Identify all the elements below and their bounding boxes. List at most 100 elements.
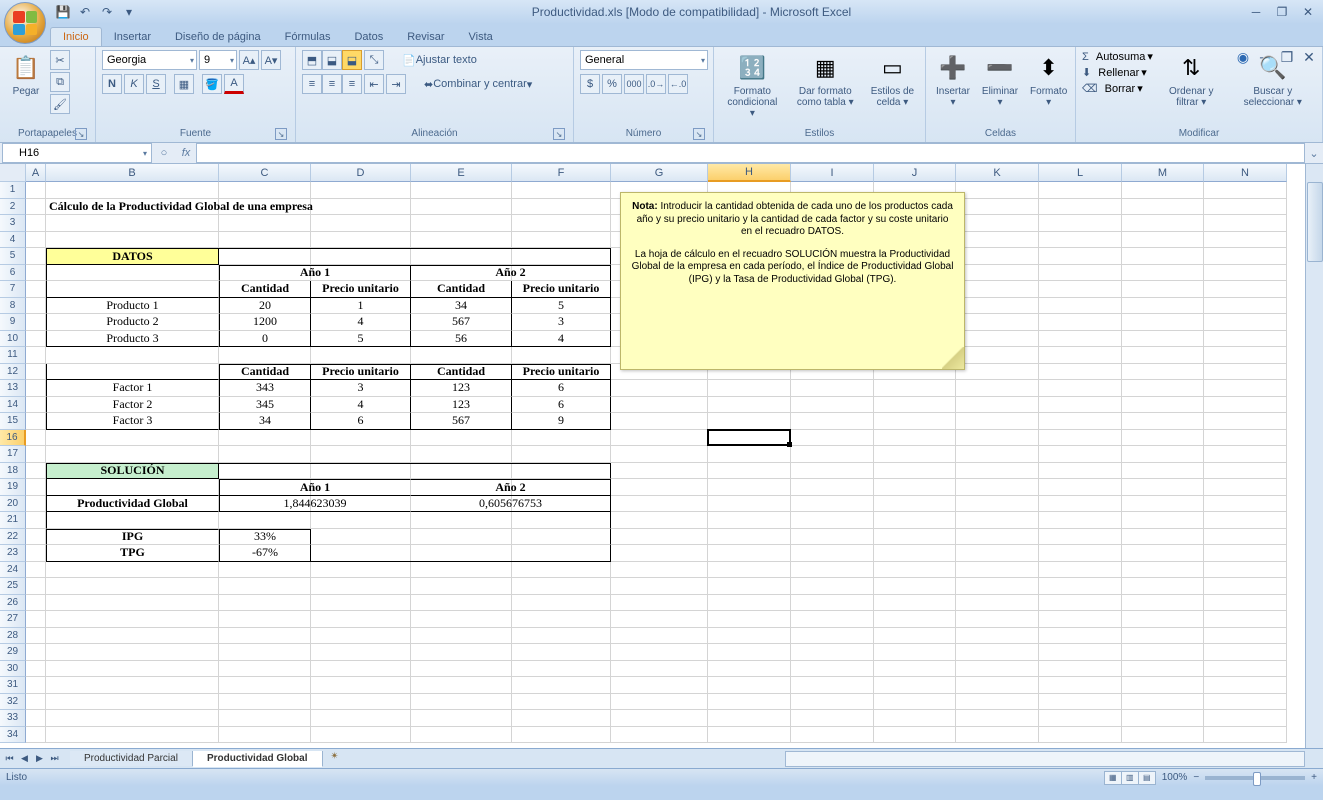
dialog-launcher-icon[interactable]: ↘ bbox=[75, 128, 87, 140]
copy-icon[interactable]: ⧉ bbox=[50, 72, 70, 92]
restore-button[interactable]: ❐ bbox=[1271, 4, 1293, 20]
cell-F8[interactable]: 5 bbox=[512, 298, 611, 315]
row-header-20[interactable]: 20 bbox=[0, 496, 26, 513]
bold-button[interactable]: N bbox=[102, 74, 122, 94]
close-button[interactable]: ✕ bbox=[1297, 4, 1319, 20]
formato-celdas-button[interactable]: ⬍Formato ▾ bbox=[1026, 50, 1071, 110]
formato-condicional-button[interactable]: 🔢Formato condicional ▾ bbox=[720, 50, 785, 121]
cell-C21[interactable] bbox=[219, 512, 611, 529]
row-header-32[interactable]: 32 bbox=[0, 694, 26, 711]
office-button[interactable] bbox=[4, 2, 46, 44]
col-header-K[interactable]: K bbox=[956, 164, 1039, 182]
cell-E10[interactable]: 56 bbox=[411, 331, 512, 348]
row-header-27[interactable]: 27 bbox=[0, 611, 26, 628]
cell-D23[interactable] bbox=[311, 545, 611, 562]
cut-icon[interactable]: ✂ bbox=[50, 50, 70, 70]
col-header-N[interactable]: N bbox=[1204, 164, 1287, 182]
row-header-9[interactable]: 9 bbox=[0, 314, 26, 331]
cell-B10[interactable]: Producto 3 bbox=[46, 331, 219, 348]
row-header-24[interactable]: 24 bbox=[0, 562, 26, 579]
currency-icon[interactable]: $ bbox=[580, 74, 600, 94]
zoom-slider[interactable] bbox=[1205, 776, 1305, 780]
row-header-12[interactable]: 12 bbox=[0, 364, 26, 381]
cell-B13[interactable]: Factor 1 bbox=[46, 380, 219, 397]
borrar-button[interactable]: ⌫ Borrar ▾ bbox=[1082, 82, 1153, 95]
cell-D10[interactable]: 5 bbox=[311, 331, 411, 348]
cell-C9[interactable]: 1200 bbox=[219, 314, 311, 331]
cell-E8[interactable]: 34 bbox=[411, 298, 512, 315]
italic-button[interactable]: K bbox=[124, 74, 144, 94]
sticky-note[interactable]: Nota: Introducir la cantidad obtenida de… bbox=[620, 192, 965, 370]
cell-D9[interactable]: 4 bbox=[311, 314, 411, 331]
cell-D14[interactable]: 4 bbox=[311, 397, 411, 414]
ordenar-filtrar-button[interactable]: ⇅Ordenar y filtrar ▾ bbox=[1157, 50, 1226, 110]
select-all-button[interactable] bbox=[0, 164, 26, 182]
font-name-combo[interactable]: Georgia bbox=[102, 50, 197, 70]
row-header-8[interactable]: 8 bbox=[0, 298, 26, 315]
cell-B2[interactable]: Cálculo de la Productividad Global de un… bbox=[46, 199, 611, 216]
grow-font-icon[interactable]: A▴ bbox=[239, 50, 259, 70]
row-header-22[interactable]: 22 bbox=[0, 529, 26, 546]
cell-C10[interactable]: 0 bbox=[219, 331, 311, 348]
cell-E12[interactable]: Cantidad bbox=[411, 364, 512, 381]
align-center-icon[interactable]: ≡ bbox=[322, 74, 342, 94]
col-header-F[interactable]: F bbox=[512, 164, 611, 182]
col-header-H[interactable]: H bbox=[708, 164, 791, 182]
row-header-25[interactable]: 25 bbox=[0, 578, 26, 595]
view-buttons[interactable]: ▦▥▤ bbox=[1105, 771, 1156, 785]
last-sheet-icon[interactable]: ⏭ bbox=[47, 753, 62, 764]
number-format-combo[interactable]: General bbox=[580, 50, 708, 70]
align-middle-icon[interactable]: ⬓ bbox=[322, 50, 342, 70]
cell-C12[interactable]: Cantidad bbox=[219, 364, 311, 381]
cell-B23[interactable]: TPG bbox=[46, 545, 219, 562]
cell-E19[interactable]: Año 2 bbox=[411, 479, 611, 496]
row-header-14[interactable]: 14 bbox=[0, 397, 26, 414]
cell-D15[interactable]: 6 bbox=[311, 413, 411, 430]
row-header-11[interactable]: 11 bbox=[0, 347, 26, 364]
col-header-C[interactable]: C bbox=[219, 164, 311, 182]
cell-F14[interactable]: 6 bbox=[512, 397, 611, 414]
cell-C6[interactable]: Año 1 bbox=[219, 265, 411, 282]
row-header-17[interactable]: 17 bbox=[0, 446, 26, 463]
tab-revisar[interactable]: Revisar bbox=[395, 28, 456, 46]
font-size-combo[interactable]: 9 bbox=[199, 50, 237, 70]
cell-B12[interactable] bbox=[46, 364, 219, 381]
cell-C19[interactable]: Año 1 bbox=[219, 479, 411, 496]
col-header-J[interactable]: J bbox=[874, 164, 956, 182]
col-header-L[interactable]: L bbox=[1039, 164, 1122, 182]
row-header-2[interactable]: 2 bbox=[0, 199, 26, 216]
cell-D7[interactable]: Precio unitario bbox=[311, 281, 411, 298]
row-header-21[interactable]: 21 bbox=[0, 512, 26, 529]
font-color-icon[interactable]: A bbox=[224, 74, 244, 94]
cell-F7[interactable]: Precio unitario bbox=[512, 281, 611, 298]
zoom-in-icon[interactable]: + bbox=[1311, 772, 1317, 783]
row-header-33[interactable]: 33 bbox=[0, 710, 26, 727]
cell-B21[interactable] bbox=[46, 512, 219, 529]
decrease-decimal-icon[interactable]: ←.0 bbox=[668, 74, 688, 94]
cell-C14[interactable]: 345 bbox=[219, 397, 311, 414]
thousands-icon[interactable]: 000 bbox=[624, 74, 644, 94]
cell-F13[interactable]: 6 bbox=[512, 380, 611, 397]
cell-C15[interactable]: 34 bbox=[219, 413, 311, 430]
new-sheet-icon[interactable]: ✴ bbox=[323, 751, 347, 766]
row-header-34[interactable]: 34 bbox=[0, 727, 26, 744]
cell-D8[interactable]: 1 bbox=[311, 298, 411, 315]
tab-formulas[interactable]: Fórmulas bbox=[273, 28, 343, 46]
qat-more-icon[interactable]: ▾ bbox=[120, 3, 138, 21]
row-header-23[interactable]: 23 bbox=[0, 545, 26, 562]
align-right-icon[interactable]: ≡ bbox=[342, 74, 362, 94]
row-header-15[interactable]: 15 bbox=[0, 413, 26, 430]
row-header-26[interactable]: 26 bbox=[0, 595, 26, 612]
zoom-out-icon[interactable]: − bbox=[1193, 772, 1199, 783]
col-header-G[interactable]: G bbox=[611, 164, 708, 182]
cell-B19[interactable] bbox=[46, 479, 219, 496]
cell-F10[interactable]: 4 bbox=[512, 331, 611, 348]
row-header-16[interactable]: 16 bbox=[0, 430, 26, 447]
fill-color-icon[interactable]: 🪣 bbox=[202, 74, 222, 94]
cell-B8[interactable]: Producto 1 bbox=[46, 298, 219, 315]
cell-C7[interactable]: Cantidad bbox=[219, 281, 311, 298]
vertical-scrollbar[interactable] bbox=[1305, 164, 1323, 748]
col-header-I[interactable]: I bbox=[791, 164, 874, 182]
pegar-button[interactable]: 📋 Pegar bbox=[6, 50, 46, 99]
align-top-icon[interactable]: ⬒ bbox=[302, 50, 322, 70]
